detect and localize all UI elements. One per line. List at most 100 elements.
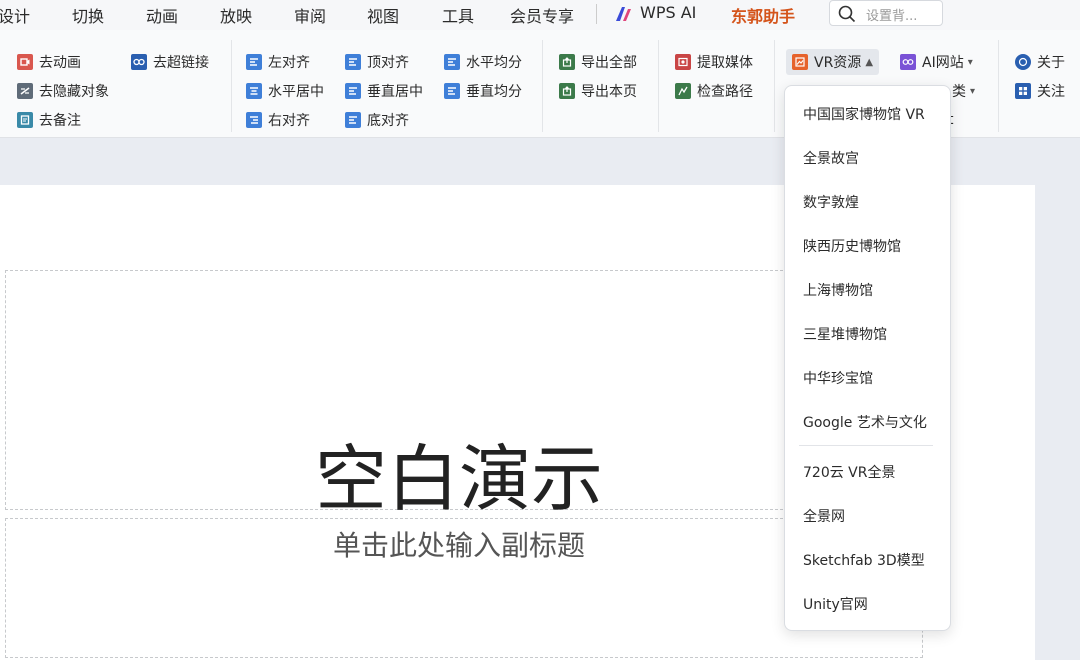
tab-dongguo-assistant[interactable]: 东郭助手 <box>731 3 796 33</box>
align-right-icon <box>246 112 262 128</box>
distribute-horizontal-icon <box>444 54 460 70</box>
search-placeholder: 设置背... <box>866 9 918 24</box>
tab-wps-ai[interactable]: WPS AI <box>640 3 696 22</box>
chevron-down-icon: ▾ <box>970 85 976 97</box>
vr-resources-label: VR资源 <box>814 55 862 71</box>
distribute-vertical-button[interactable]: 垂直均分 <box>444 79 522 103</box>
link-icon <box>131 54 147 70</box>
about-label: 关于 <box>1037 55 1065 71</box>
tab-tools[interactable]: 工具 <box>442 3 474 27</box>
qr-grid-icon <box>1015 83 1031 99</box>
export-all-button[interactable]: 导出全部 <box>559 50 637 74</box>
menu-item-national-museum-vr[interactable]: 中国国家博物馆 VR <box>803 104 925 124</box>
animation-icon <box>17 54 33 70</box>
ribbon-divider <box>231 40 232 132</box>
remove-animation-button[interactable]: 去动画 <box>17 50 81 74</box>
align-bottom-button[interactable]: 底对齐 <box>345 108 409 132</box>
wps-ai-icon <box>616 7 631 21</box>
align-top-label: 顶对齐 <box>367 55 409 71</box>
remove-hidden-objects-button[interactable]: 去隐藏对象 <box>17 79 109 103</box>
align-vertical-center-button[interactable]: 垂直居中 <box>345 79 423 103</box>
ribbon-divider <box>542 40 543 132</box>
vr-resources-dropdown-button[interactable]: VR资源 ▲ <box>786 49 880 75</box>
align-bottom-label: 底对齐 <box>367 113 409 129</box>
info-icon <box>1015 54 1031 70</box>
align-top-button[interactable]: 顶对齐 <box>345 50 409 74</box>
align-left-label: 左对齐 <box>268 55 310 71</box>
ribbon-divider <box>658 40 659 132</box>
export-page-button[interactable]: 导出本页 <box>559 79 637 103</box>
menu-item-digital-dunhuang[interactable]: 数字敦煌 <box>803 192 859 212</box>
ai-sites-dropdown-button[interactable]: AI网站 ▾ <box>900 50 973 74</box>
export-icon <box>559 54 575 70</box>
follow-label: 关注 <box>1037 84 1065 100</box>
distribute-vertical-icon <box>444 83 460 99</box>
extract-media-button[interactable]: 提取媒体 <box>675 50 753 74</box>
menu-item-chinese-treasure-hall[interactable]: 中华珍宝馆 <box>803 368 873 388</box>
menu-item-sanxingdui-museum[interactable]: 三星堆博物馆 <box>803 324 887 344</box>
about-button[interactable]: 关于 <box>1015 50 1065 74</box>
tab-member[interactable]: 会员专享 <box>510 3 574 27</box>
menu-item-unity[interactable]: Unity官网 <box>803 594 868 614</box>
chevron-up-icon: ▲ <box>865 56 874 68</box>
menu-divider <box>799 445 933 446</box>
remove-hidden-objects-label: 去隐藏对象 <box>39 84 109 100</box>
export-all-label: 导出全部 <box>581 55 637 71</box>
media-icon <box>675 54 691 70</box>
notes-icon <box>17 112 33 128</box>
ai-link-icon <box>900 54 916 70</box>
remove-animation-label: 去动画 <box>39 55 81 71</box>
remove-notes-label: 去备注 <box>39 113 81 129</box>
check-path-button[interactable]: 检查路径 <box>675 79 753 103</box>
category-dropdown-button[interactable]: 类 ▾ <box>952 79 975 103</box>
menu-item-shaanxi-history-museum[interactable]: 陕西历史博物馆 <box>803 236 901 256</box>
tab-view[interactable]: 视图 <box>367 3 399 27</box>
align-vertical-center-label: 垂直居中 <box>367 84 423 100</box>
distribute-vertical-label: 垂直均分 <box>466 84 522 100</box>
slide-subtitle[interactable]: 单击此处输入副标题 <box>0 524 918 564</box>
extract-media-label: 提取媒体 <box>697 55 753 71</box>
align-top-icon <box>345 54 361 70</box>
vr-picture-icon <box>792 54 808 70</box>
tab-design[interactable]: 设计 <box>0 3 30 27</box>
ribbon-divider <box>998 40 999 132</box>
follow-button[interactable]: 关注 <box>1015 79 1065 103</box>
search-input[interactable]: 设置背... <box>829 0 943 26</box>
search-icon <box>838 5 856 23</box>
align-middle-icon <box>345 83 361 99</box>
export-page-label: 导出本页 <box>581 84 637 100</box>
tab-animation[interactable]: 动画 <box>146 3 178 27</box>
slide-title[interactable]: 空白演示 <box>0 420 918 525</box>
remove-notes-button[interactable]: 去备注 <box>17 108 81 132</box>
menu-item-720yun-vr[interactable]: 720云 VR全景 <box>803 462 895 482</box>
hidden-object-icon <box>17 83 33 99</box>
tab-transition[interactable]: 切换 <box>72 3 104 27</box>
menu-item-google-arts-culture[interactable]: Google 艺术与文化 <box>803 412 927 432</box>
distribute-horizontal-button[interactable]: 水平均分 <box>444 50 522 74</box>
align-horizontal-center-button[interactable]: 水平居中 <box>246 79 324 103</box>
ribbon-divider <box>774 40 775 132</box>
path-check-icon <box>675 83 691 99</box>
align-right-label: 右对齐 <box>268 113 310 129</box>
menu-item-shanghai-museum[interactable]: 上海博物馆 <box>803 280 873 300</box>
align-left-button[interactable]: 左对齐 <box>246 50 310 74</box>
align-center-icon <box>246 83 262 99</box>
remove-hyperlinks-button[interactable]: 去超链接 <box>131 50 209 74</box>
align-horizontal-center-label: 水平居中 <box>268 84 324 100</box>
menu-item-panoramic-palace[interactable]: 全景故宫 <box>803 148 859 168</box>
vr-resources-menu: 中国国家博物馆 VR 全景故宫 数字敦煌 陕西历史博物馆 上海博物馆 三星堆博物… <box>784 85 951 631</box>
menu-bar: 设计 切换 动画 放映 审阅 视图 工具 会员专享 WPS AI 东郭助手 设置… <box>0 0 1080 33</box>
align-bottom-icon <box>345 112 361 128</box>
category-label: 类 <box>952 84 966 100</box>
align-right-button[interactable]: 右对齐 <box>246 108 310 132</box>
menu-item-sketchfab[interactable]: Sketchfab 3D模型 <box>803 550 925 570</box>
chevron-down-icon: ▾ <box>967 56 973 68</box>
check-path-label: 检查路径 <box>697 84 753 100</box>
tab-divider <box>596 4 597 24</box>
tab-slideshow[interactable]: 放映 <box>220 3 252 27</box>
align-left-icon <box>246 54 262 70</box>
menu-item-quanjing[interactable]: 全景网 <box>803 506 845 526</box>
export-page-icon <box>559 83 575 99</box>
tab-review[interactable]: 审阅 <box>294 3 326 27</box>
remove-hyperlinks-label: 去超链接 <box>153 55 209 71</box>
